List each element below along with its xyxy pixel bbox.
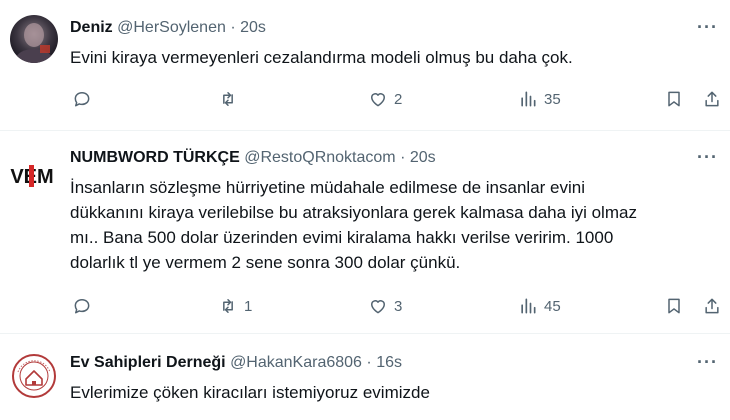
timestamp[interactable]: 16s [376, 354, 402, 371]
brand-logo-icon: VEM [10, 165, 54, 188]
view-count: 35 [544, 90, 561, 108]
analytics-icon [521, 298, 536, 314]
tweet-actions: 2 35 [70, 87, 720, 111]
bookmark-button[interactable] [664, 87, 684, 111]
like-button[interactable]: 2 [368, 87, 402, 111]
timestamp[interactable]: 20s [240, 19, 266, 36]
more-options-button[interactable]: ··· [697, 353, 718, 371]
more-options-button[interactable]: ··· [697, 18, 718, 36]
separator-dot: · [366, 354, 372, 371]
avatar[interactable] [10, 15, 58, 63]
retweet-button[interactable] [218, 87, 244, 111]
tweet-text-line: dükkanını kiraya verilebilse bu atraksiy… [70, 203, 637, 222]
tweet-2[interactable]: VEM NUMBWORD TÜRKÇE @RestoQRnoktacom · 2… [0, 131, 730, 331]
tweet-3[interactable]: Ev Sahipleri Derneği @HakanKara6806 · 16… [0, 334, 730, 420]
more-options-button[interactable]: ··· [697, 148, 718, 166]
bookmark-icon [668, 298, 680, 314]
views-button[interactable]: 35 [518, 87, 561, 111]
tweet-actions: 1 3 45 [70, 294, 720, 318]
bookmark-icon [668, 91, 680, 107]
tweet-text: İnsanların sözleşme hürriyetine müdahale… [70, 175, 720, 275]
avatar[interactable]: VEM [8, 151, 56, 199]
tweet-text: Evlerimize çöken kiracıları istemiyoruz … [70, 383, 430, 402]
tweet-text-line: dolarlık tl ye vermem 2 sene sonra 300 d… [70, 253, 461, 272]
retweet-icon [223, 299, 233, 313]
timestamp[interactable]: 20s [410, 149, 436, 166]
separator-dot: · [400, 149, 406, 166]
heart-icon [371, 93, 385, 107]
share-button[interactable] [702, 87, 722, 111]
author-handle[interactable]: @RestoQRnoktacom [244, 149, 395, 166]
reply-button[interactable] [72, 294, 98, 318]
reply-button[interactable] [72, 87, 98, 111]
share-icon [705, 91, 719, 107]
share-button[interactable] [702, 294, 722, 318]
tweet-1[interactable]: Deniz @HerSoylenen · 20s ··· Evini kiray… [0, 0, 730, 128]
tweet-text-line: İnsanların sözleşme hürriyetine müdahale… [70, 178, 585, 197]
author-handle[interactable]: @HerSoylenen [117, 19, 226, 36]
author-name[interactable]: Ev Sahipleri Derneği [70, 354, 226, 371]
views-button[interactable]: 45 [518, 294, 561, 318]
author-name[interactable]: NUMBWORD TÜRKÇE [70, 149, 240, 166]
retweet-button[interactable]: 1 [218, 294, 252, 318]
reply-icon [74, 92, 90, 107]
retweet-icon [223, 92, 233, 106]
author-handle[interactable]: @HakanKara6806 [230, 354, 362, 371]
author-name[interactable]: Deniz [70, 19, 113, 36]
separator-dot: · [230, 19, 236, 36]
association-seal-icon [12, 354, 56, 398]
retweet-count: 1 [244, 297, 253, 315]
view-count: 45 [544, 297, 561, 315]
analytics-icon [521, 91, 536, 107]
tweet-text: Evini kiraya vermeyenleri cezalandırma m… [70, 48, 573, 67]
like-button[interactable]: 3 [368, 294, 402, 318]
reply-icon [74, 299, 90, 314]
share-icon [705, 298, 719, 314]
avatar[interactable] [10, 352, 58, 400]
heart-icon [371, 300, 385, 314]
bookmark-button[interactable] [664, 294, 684, 318]
like-count: 2 [394, 90, 403, 108]
like-count: 3 [394, 297, 403, 315]
tweet-text-line: mı.. Bana 500 dolar üzerinden evimi kira… [70, 228, 614, 247]
